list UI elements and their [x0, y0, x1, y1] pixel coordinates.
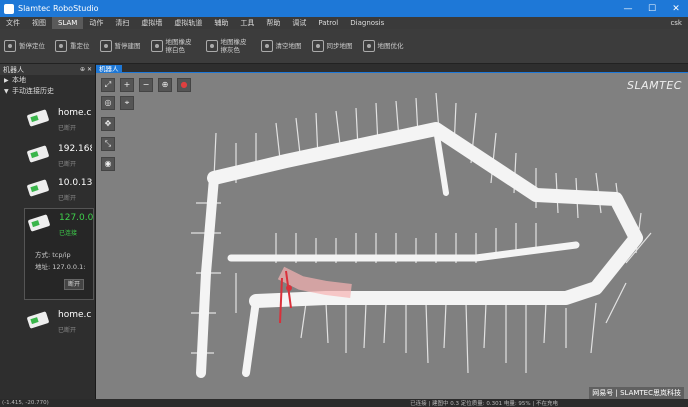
pin-icon[interactable]: ⌖ — [120, 96, 134, 110]
robot-item-selected[interactable]: 127.0.0. 已连接 方式: tcp/ip 地址: 127.0.0.1: 断… — [24, 208, 94, 300]
robot-icon — [26, 109, 50, 127]
menu-file[interactable]: 文件 — [0, 17, 26, 29]
eraser-white-button[interactable]: 地图橡皮擦白色 — [150, 38, 196, 54]
close-button[interactable]: ✕ — [664, 4, 688, 14]
fit-view-icon[interactable]: ⤢ — [101, 78, 115, 92]
relocate-icon — [55, 40, 67, 52]
connection-method: 方式: tcp/ip — [35, 251, 71, 259]
status-message: 已连接 | 建图中 0.3 定位质量: 0.301 电量: 95% | 不在充电 — [410, 400, 558, 407]
locate-icon[interactable]: ◎ — [101, 96, 115, 110]
pause-localization-button[interactable]: 暂停定位 — [4, 40, 45, 52]
window-title: Slamtec RoboStudio — [18, 4, 99, 13]
tree-node-history[interactable]: ▼ 手动连接历史 — [4, 86, 95, 97]
watermark: 网易号 | SLAMTEC思岚科技 — [589, 387, 684, 399]
robot-icon — [26, 179, 50, 197]
robot-icon — [26, 311, 50, 329]
minimize-button[interactable]: — — [616, 4, 640, 14]
robot-item[interactable]: home.c 已断开 — [24, 104, 94, 144]
robot-icon — [26, 145, 50, 163]
cursor-coordinates: (-1.415, -20.770) — [2, 399, 49, 406]
pause-map-icon — [99, 40, 112, 52]
relocalize-button[interactable]: 重定位 — [55, 40, 90, 52]
menu-patrol[interactable]: Patrol — [312, 17, 344, 29]
menu-view[interactable]: 视图 — [26, 17, 52, 29]
panel-title: 机器人 — [3, 65, 24, 74]
user-name[interactable]: csk — [670, 19, 688, 27]
pause-icon — [4, 40, 16, 52]
optimize-icon — [362, 40, 375, 52]
eraser-gray-button[interactable]: 地图橡皮擦灰色 — [205, 38, 251, 54]
panel-pin-close-icon[interactable]: ⊕ ✕ — [80, 66, 95, 73]
rotate-icon[interactable]: ⤡ — [101, 137, 115, 151]
tree-node-local[interactable]: ▶ 本地 — [4, 75, 95, 86]
menu-virtual-track[interactable]: 虚拟轨道 — [168, 17, 208, 29]
connection-address: 地址: 127.0.0.1: — [35, 263, 86, 271]
disconnect-button[interactable]: 断开 — [64, 279, 84, 290]
pan-icon[interactable]: ✥ — [101, 117, 115, 131]
slamtec-logo: SLAMTEC — [627, 79, 682, 92]
menu-bar: 文件 视图 SLAM 动作 清扫 虚拟墙 虚拟轨道 辅助 工具 帮助 调试 Pa… — [0, 17, 688, 29]
zoom-reset-icon[interactable]: ⊕ — [158, 78, 172, 92]
slam-ribbon: 暂停定位 重定位 暂停建图 地图橡皮擦白色 地图橡皮擦灰色 清空地图 同步地图 … — [0, 29, 688, 64]
sync-icon — [311, 40, 324, 52]
clear-map-button[interactable]: 清空地图 — [260, 40, 302, 52]
menu-clean[interactable]: 清扫 — [109, 17, 135, 29]
maximize-button[interactable]: ☐ — [640, 4, 664, 14]
app-icon — [4, 3, 14, 14]
pause-mapping-button[interactable]: 暂停建图 — [99, 40, 141, 52]
title-bar: Slamtec RoboStudio — ☐ ✕ — [0, 0, 688, 17]
menu-assist[interactable]: 辅助 — [208, 17, 234, 29]
collapse-arrow-icon: ▼ — [4, 88, 9, 95]
eye-icon[interactable]: ◉ — [101, 157, 115, 171]
robot-item[interactable]: home.c 已断开 — [24, 306, 94, 346]
robot-tree: ▶ 本地 ▼ 手动连接历史 — [0, 75, 95, 97]
map-canvas[interactable]: ⤢ + − ⊕ ● ◎ ⌖ ✥ ⤡ ◉ SLAMTEC 网易号 | SLAMTE… — [96, 73, 688, 399]
robot-panel: 机器人 ⊕ ✕ ▶ 本地 ▼ 手动连接历史 home.c 已断开 192.168 已… — [0, 64, 96, 399]
clear-map-icon — [260, 40, 273, 52]
eraser-gray-icon — [205, 40, 218, 52]
menu-debug[interactable]: 调试 — [286, 17, 312, 29]
panel-header: 机器人 ⊕ ✕ — [0, 64, 95, 75]
eraser-white-icon — [150, 40, 163, 52]
optimize-map-button[interactable]: 地图优化 — [362, 40, 404, 52]
menu-help[interactable]: 帮助 — [260, 17, 286, 29]
zoom-in-icon[interactable]: + — [120, 78, 134, 92]
occupancy-map — [191, 92, 652, 378]
record-icon[interactable]: ● — [177, 78, 191, 92]
expand-arrow-icon: ▶ — [4, 77, 9, 84]
sync-map-button[interactable]: 同步地图 — [311, 40, 353, 52]
menu-slam[interactable]: SLAM — [52, 17, 84, 29]
map-tab-bar: 机器人 — [96, 64, 688, 74]
menu-virtual-wall[interactable]: 虚拟墙 — [135, 17, 168, 29]
menu-diagnosis[interactable]: Diagnosis — [344, 17, 390, 29]
zoom-out-icon[interactable]: − — [139, 78, 153, 92]
menu-tools[interactable]: 工具 — [234, 17, 260, 29]
menu-action[interactable]: 动作 — [83, 17, 109, 29]
status-bar: (-1.415, -20.770) 已连接 | 建图中 0.3 定位质量: 0.… — [0, 399, 688, 407]
robot-icon — [27, 214, 51, 232]
